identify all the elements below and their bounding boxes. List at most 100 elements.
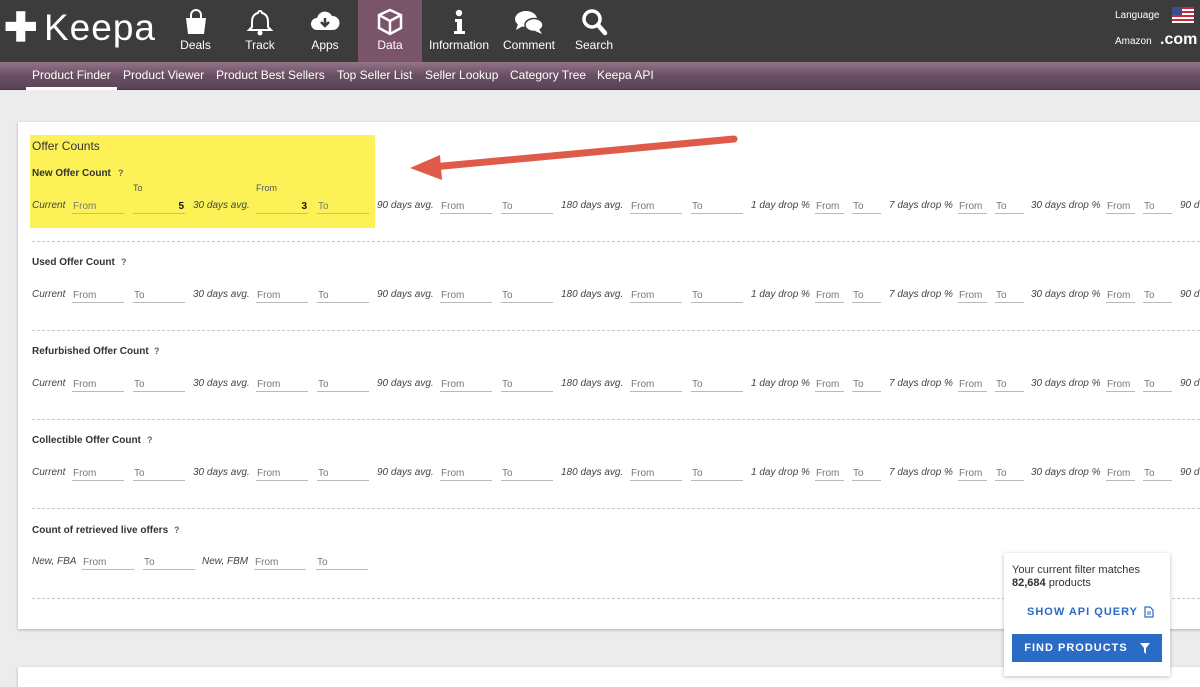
show-api-query-button[interactable]: SHOW API QUERY [1027,606,1154,618]
drop30-to-input[interactable]: To [1143,200,1172,214]
amazon-domain-selector[interactable]: .com [1160,31,1197,49]
avg30-from-input[interactable]: From [256,289,308,303]
drop30-to-input[interactable]: To [1143,378,1172,392]
drop7-from-input[interactable]: From [958,200,987,214]
current-to-input[interactable]: 5 [133,200,185,214]
bell-icon [246,9,274,36]
drop30-from-input[interactable]: From [1106,289,1135,303]
nav-search[interactable]: Search [566,0,622,62]
subnav-seller-lookup[interactable]: Seller Lookup [425,68,498,82]
nav-track[interactable]: Track [232,0,288,62]
current-label: Current [32,467,66,478]
avg30-from-input[interactable]: 3 [256,200,308,214]
nav-apps-label: Apps [311,38,339,52]
drop1-to-input[interactable]: To [852,289,881,303]
avg90-label: 90 days avg. [377,378,434,389]
nav-data[interactable]: Data [358,0,422,62]
avg90-label: 90 days avg. [377,289,434,300]
drop30-to-input[interactable]: To [1143,289,1172,303]
subnav-category-tree[interactable]: Category Tree [510,68,586,82]
fba-label: New, FBA [32,556,77,567]
avg180-to-input[interactable]: To [691,289,743,303]
subnav-top-seller-list[interactable]: Top Seller List [337,68,412,82]
drop7-from-input[interactable]: From [958,289,987,303]
nav-information-label: Information [428,38,490,52]
fbm-label: New, FBM [202,556,249,567]
help-icon[interactable]: ? [154,346,160,356]
current-to-input[interactable]: To [133,378,185,392]
help-icon[interactable]: ? [147,435,153,445]
help-icon[interactable]: ? [174,525,180,535]
avg180-to-input[interactable]: To [691,200,743,214]
current-from-input[interactable]: From [72,200,124,214]
current-to-input[interactable]: To [133,289,185,303]
avg90-from-input[interactable]: From [440,200,492,214]
drop30-label: 30 days drop % [1031,289,1101,300]
drop30-from-input[interactable]: From [1106,378,1135,392]
fba-to-input[interactable]: To [143,556,195,570]
drop7-from-input[interactable]: From [958,378,987,392]
drop7-label: 7 days drop % [889,467,953,478]
current-from-input[interactable]: From [72,378,124,392]
language-label: Language [1115,10,1160,21]
avg30-from-input[interactable]: From [256,467,308,481]
avg180-from-input[interactable]: From [630,467,682,481]
current-label: Current [32,378,66,389]
drop30-from-input[interactable]: From [1106,200,1135,214]
avg90-to-input[interactable]: To [501,289,553,303]
avg180-to-input[interactable]: To [691,467,743,481]
drop30-from-input[interactable]: From [1106,467,1135,481]
avg30-to-input[interactable]: To [317,467,369,481]
avg90-to-input[interactable]: To [501,378,553,392]
help-icon[interactable]: ? [118,168,124,178]
fbm-to-input[interactable]: To [316,556,368,570]
subnav-product-finder[interactable]: Product Finder [32,68,111,82]
avg30-from-input[interactable]: From [256,378,308,392]
current-from-input[interactable]: From [72,467,124,481]
avg180-from-input[interactable]: From [630,289,682,303]
drop30-to-input[interactable]: To [1143,467,1172,481]
nav-deals[interactable]: Deals [168,0,223,62]
drop1-to-input[interactable]: To [852,200,881,214]
drop1-from-input[interactable]: From [815,289,844,303]
data-sub-navigation: Product Finder Product Viewer Product Be… [0,62,1200,90]
nav-comment-label: Comment [502,38,555,52]
avg90-from-input[interactable]: From [440,378,492,392]
avg180-from-input[interactable]: From [630,378,682,392]
nav-comment[interactable]: Comment [500,0,558,62]
find-products-button[interactable]: FIND PRODUCTS [1012,634,1162,662]
nav-information[interactable]: Information [426,0,492,62]
drop1-from-input[interactable]: From [815,378,844,392]
avg90-from-input[interactable]: From [440,289,492,303]
avg90-to-input[interactable]: To [501,467,553,481]
subnav-product-best-sellers[interactable]: Product Best Sellers [216,68,325,82]
keepa-logo[interactable]: ✚ Keepa [4,8,156,49]
fba-from-input[interactable]: From [82,556,134,570]
active-tab-underline [26,87,117,90]
avg90-to-input[interactable]: To [501,200,553,214]
drop7-to-input[interactable]: To [995,289,1024,303]
drop1-to-input[interactable]: To [852,467,881,481]
avg30-to-input[interactable]: To [317,378,369,392]
current-to-input[interactable]: To [133,467,185,481]
fbm-from-input[interactable]: From [254,556,306,570]
drop7-to-input[interactable]: To [995,200,1024,214]
avg90-from-input[interactable]: From [440,467,492,481]
avg30-to-input[interactable]: To [317,200,369,214]
filter-match-text: Your current filter matches [1012,564,1140,576]
drop7-to-input[interactable]: To [995,378,1024,392]
drop7-from-input[interactable]: From [958,467,987,481]
drop1-from-input[interactable]: From [815,467,844,481]
us-flag-icon[interactable] [1172,7,1194,23]
avg30-to-input[interactable]: To [317,289,369,303]
avg180-to-input[interactable]: To [691,378,743,392]
avg180-from-input[interactable]: From [630,200,682,214]
drop7-to-input[interactable]: To [995,467,1024,481]
help-icon[interactable]: ? [121,257,127,267]
subnav-keepa-api[interactable]: Keepa API [597,68,654,82]
subnav-product-viewer[interactable]: Product Viewer [123,68,204,82]
drop1-to-input[interactable]: To [852,378,881,392]
drop1-from-input[interactable]: From [815,200,844,214]
current-from-input[interactable]: From [72,289,124,303]
nav-apps[interactable]: Apps [296,0,354,62]
